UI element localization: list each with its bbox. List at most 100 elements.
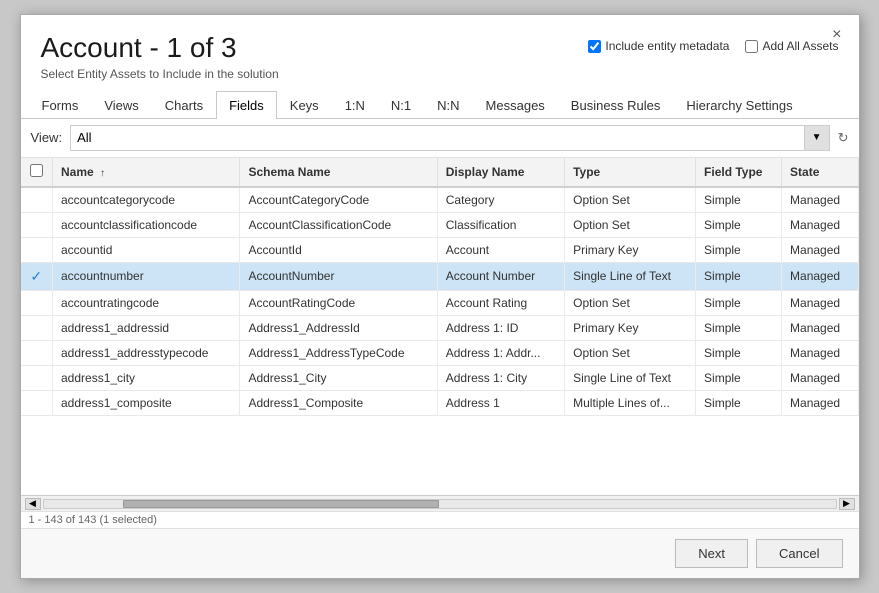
scroll-left-button[interactable]: ◀ xyxy=(25,498,41,510)
tab-nn[interactable]: N:N xyxy=(424,91,472,119)
row-state: Managed xyxy=(782,237,858,262)
col-check[interactable] xyxy=(21,158,53,187)
row-check[interactable] xyxy=(21,365,53,390)
scrollbar-thumb[interactable] xyxy=(123,500,440,508)
select-all-checkbox[interactable] xyxy=(30,164,43,177)
include-metadata-checkbox[interactable] xyxy=(588,40,601,53)
tab-views[interactable]: Views xyxy=(91,91,151,119)
tab-1n[interactable]: 1:N xyxy=(332,91,378,119)
row-check[interactable] xyxy=(21,212,53,237)
tab-forms[interactable]: Forms xyxy=(29,91,92,119)
row-schema: AccountClassificationCode xyxy=(240,212,437,237)
row-field-type: Simple xyxy=(696,390,782,415)
row-check[interactable]: ✓ xyxy=(21,262,53,290)
row-check[interactable] xyxy=(21,187,53,213)
scroll-right-button[interactable]: ▶ xyxy=(839,498,855,510)
row-field-type: Simple xyxy=(696,237,782,262)
row-check[interactable] xyxy=(21,315,53,340)
row-check[interactable] xyxy=(21,237,53,262)
table-row-selected[interactable]: ✓ accountnumber AccountNumber Account Nu… xyxy=(21,262,859,290)
table-row[interactable]: accountratingcode AccountRatingCode Acco… xyxy=(21,290,859,315)
title-controls: Include entity metadata Add All Assets xyxy=(588,39,838,53)
tab-keys[interactable]: Keys xyxy=(277,91,332,119)
close-button[interactable]: × xyxy=(827,25,846,45)
row-name: accountratingcode xyxy=(53,290,240,315)
row-field-type: Simple xyxy=(696,365,782,390)
col-state: State xyxy=(782,158,858,187)
next-button[interactable]: Next xyxy=(675,539,748,568)
row-type: Option Set xyxy=(565,212,696,237)
row-type: Option Set xyxy=(565,187,696,213)
row-state: Managed xyxy=(782,187,858,213)
row-display: Address 1 xyxy=(437,390,564,415)
add-all-assets-checkbox[interactable] xyxy=(745,40,758,53)
row-schema: Address1_City xyxy=(240,365,437,390)
row-state: Managed xyxy=(782,340,858,365)
table-row[interactable]: address1_city Address1_City Address 1: C… xyxy=(21,365,859,390)
col-name[interactable]: Name ↑ xyxy=(53,158,240,187)
cancel-button[interactable]: Cancel xyxy=(756,539,842,568)
row-display: Address 1: City xyxy=(437,365,564,390)
row-name: accountnumber xyxy=(53,262,240,290)
row-check[interactable] xyxy=(21,290,53,315)
tab-business-rules[interactable]: Business Rules xyxy=(558,91,674,119)
title-bar: Account - 1 of 3 Select Entity Assets to… xyxy=(21,15,859,87)
fields-table: Name ↑ Schema Name Display Name Type Fie… xyxy=(21,158,859,416)
title-section: Account - 1 of 3 Select Entity Assets to… xyxy=(41,33,279,81)
sort-asc-icon: ↑ xyxy=(100,168,105,179)
tab-messages[interactable]: Messages xyxy=(473,91,558,119)
row-name: accountcategorycode xyxy=(53,187,240,213)
row-state: Managed xyxy=(782,365,858,390)
col-schema-name: Schema Name xyxy=(240,158,437,187)
tab-n1[interactable]: N:1 xyxy=(378,91,424,119)
tab-hierarchy-settings[interactable]: Hierarchy Settings xyxy=(673,91,805,119)
table-row[interactable]: address1_addressid Address1_AddressId Ad… xyxy=(21,315,859,340)
horizontal-scrollbar[interactable]: ◀ ▶ xyxy=(21,495,859,511)
row-schema: AccountId xyxy=(240,237,437,262)
include-metadata-label[interactable]: Include entity metadata xyxy=(588,39,729,53)
col-field-type: Field Type xyxy=(696,158,782,187)
main-dialog: × Account - 1 of 3 Select Entity Assets … xyxy=(20,14,860,579)
row-name: address1_addressid xyxy=(53,315,240,340)
table-row[interactable]: accountcategorycode AccountCategoryCode … xyxy=(21,187,859,213)
table-row[interactable]: address1_addresstypecode Address1_Addres… xyxy=(21,340,859,365)
col-display-name: Display Name xyxy=(437,158,564,187)
tab-fields[interactable]: Fields xyxy=(216,91,277,119)
include-metadata-text: Include entity metadata xyxy=(605,39,729,53)
row-field-type: Simple xyxy=(696,340,782,365)
row-state: Managed xyxy=(782,315,858,340)
table-wrapper[interactable]: Name ↑ Schema Name Display Name Type Fie… xyxy=(21,158,859,495)
row-schema: Address1_AddressTypeCode xyxy=(240,340,437,365)
row-check[interactable] xyxy=(21,390,53,415)
add-all-assets-label[interactable]: Add All Assets xyxy=(745,39,838,53)
row-schema: AccountRatingCode xyxy=(240,290,437,315)
dialog-title: Account - 1 of 3 xyxy=(41,33,279,64)
row-state: Managed xyxy=(782,390,858,415)
row-field-type: Simple xyxy=(696,290,782,315)
row-display: Account Rating xyxy=(437,290,564,315)
row-display: Account Number xyxy=(437,262,564,290)
table-row[interactable]: accountclassificationcode AccountClassif… xyxy=(21,212,859,237)
row-field-type: Simple xyxy=(696,187,782,213)
record-count-label: 1 - 143 of 143 (1 selected) xyxy=(29,514,157,526)
row-name: address1_addresstypecode xyxy=(53,340,240,365)
table-row[interactable]: accountid AccountId Account Primary Key … xyxy=(21,237,859,262)
table-row[interactable]: address1_composite Address1_Composite Ad… xyxy=(21,390,859,415)
row-state: Managed xyxy=(782,212,858,237)
status-bar: 1 - 143 of 143 (1 selected) xyxy=(21,511,859,528)
scrollbar-track[interactable] xyxy=(43,499,837,509)
table-body: accountcategorycode AccountCategoryCode … xyxy=(21,187,859,416)
row-name: address1_city xyxy=(53,365,240,390)
row-name: accountid xyxy=(53,237,240,262)
row-check[interactable] xyxy=(21,340,53,365)
row-schema: Address1_AddressId xyxy=(240,315,437,340)
view-select[interactable]: All Custom Managed xyxy=(70,125,830,151)
view-label: View: xyxy=(31,130,63,145)
row-state: Managed xyxy=(782,290,858,315)
row-display: Address 1: Addr... xyxy=(437,340,564,365)
row-schema: Address1_Composite xyxy=(240,390,437,415)
col-type: Type xyxy=(565,158,696,187)
refresh-icon[interactable]: ↻ xyxy=(838,130,849,146)
tab-charts[interactable]: Charts xyxy=(152,91,216,119)
footer: Next Cancel xyxy=(21,528,859,578)
